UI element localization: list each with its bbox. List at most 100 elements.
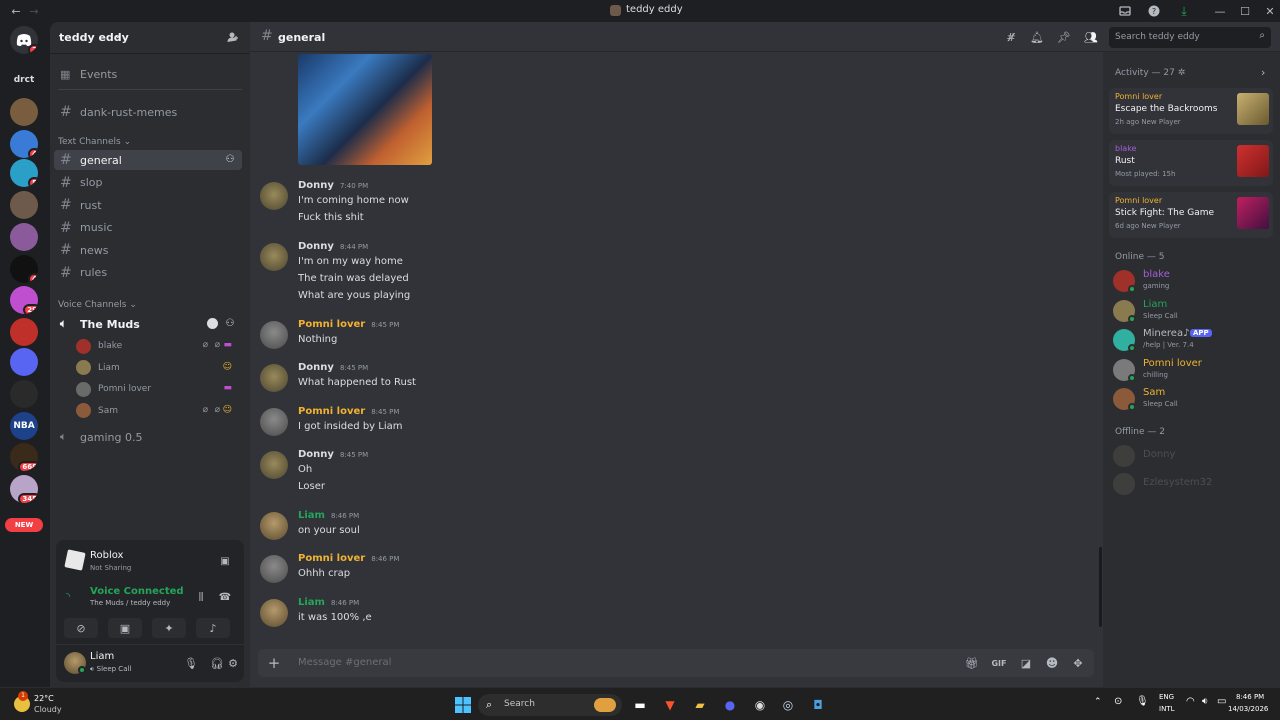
server-header[interactable]: teddy eddy ⌄ (50, 22, 250, 54)
text-category[interactable]: Text Channels ⌄ (58, 137, 131, 147)
pin-icon[interactable]: 📌︎ (1057, 30, 1071, 44)
download-icon[interactable]: ⤓ (1176, 3, 1192, 19)
new-unreads-pill[interactable]: NEW (5, 518, 43, 532)
language-1[interactable]: ENG (1159, 693, 1174, 701)
noise-suppression-icon[interactable]: ⫼ (194, 590, 208, 604)
avatar[interactable] (260, 512, 288, 540)
avatar[interactable] (260, 555, 288, 583)
member-item[interactable]: Donny (1113, 442, 1273, 468)
member-item[interactable]: Pomni lover chilling (1113, 356, 1273, 382)
windows-start-icon[interactable] (453, 695, 473, 715)
discord-taskbar-icon[interactable]: ● (720, 695, 740, 715)
file-explorer-icon[interactable]: ▰ (690, 695, 710, 715)
avatar[interactable] (260, 451, 288, 479)
voice-category[interactable]: Voice Channels ⌄ (58, 300, 137, 310)
message[interactable]: Donny 8:45 PM What happened to Rust (260, 362, 1080, 397)
server-icon[interactable]: 29 (10, 286, 38, 314)
user-panel[interactable]: Liam 🔉︎ Sleep Call 🎙︎ 🎧︎ ⚙ (62, 648, 238, 678)
obs-icon[interactable]: ◉ (750, 695, 770, 715)
avatar[interactable] (260, 599, 288, 627)
server-icon[interactable] (10, 348, 38, 376)
search-input[interactable]: Search teddy eddy ⌕ (1109, 27, 1271, 48)
server-icon[interactable] (10, 98, 38, 126)
message[interactable]: Pomni lover 8:45 PM Nothing (260, 319, 1080, 354)
message-author[interactable]: Liam 8:46 PM (298, 597, 359, 608)
voice-user[interactable]: Liam ☺ (76, 358, 236, 378)
steam-icon[interactable]: ◎ (778, 695, 798, 715)
close-icon[interactable]: ✕ (1262, 3, 1278, 19)
avatar[interactable] (260, 243, 288, 271)
inbox-icon[interactable] (1117, 3, 1133, 19)
server-icon[interactable] (10, 318, 38, 346)
task-view-icon[interactable]: ▬ (630, 695, 650, 715)
taskbar-search[interactable]: ⌕ Search (478, 694, 622, 716)
server-icon[interactable] (10, 223, 38, 251)
message[interactable]: Donny 8:44 PM I'm on my way home The train … (260, 241, 1080, 310)
message-input[interactable]: + Message #general 🎁︎ GIF ◪ ☻ ✥ (258, 649, 1094, 677)
channel-music[interactable]: # music (54, 218, 242, 238)
microphone-icon[interactable]: 🎙︎ (184, 656, 198, 670)
emoji-icon[interactable]: ☻ (1044, 655, 1060, 671)
message-author[interactable]: Donny 7:40 PM (298, 180, 368, 191)
battery-icon[interactable]: ▭ (1217, 696, 1226, 707)
brave-browser-icon[interactable]: ▼ (660, 695, 680, 715)
chat-bubble-icon[interactable] (207, 318, 218, 329)
microphone-icon[interactable]: 🎙︎ (1136, 696, 1149, 707)
server-icon[interactable]: 4 (10, 130, 38, 158)
message[interactable]: Liam 8:46 PM on your soul (260, 510, 1080, 545)
add-member-icon[interactable]: ⚇ (224, 317, 236, 329)
message[interactable]: Pomni lover 8:46 PM Ohhh crap (260, 553, 1080, 588)
headphones-icon[interactable]: 🎧︎ (210, 656, 224, 670)
voice-channel-gaming[interactable]: 🔈︎ gaming 0.5 (54, 427, 242, 447)
gear-icon[interactable]: ⚙ (226, 656, 240, 670)
message[interactable]: Pomni lover 8:45 PM I got insided by Liam (260, 406, 1080, 441)
scrollbar-thumb[interactable] (1099, 547, 1102, 627)
back-arrow-icon[interactable]: ← (8, 3, 24, 19)
maximize-icon[interactable]: ☐ (1237, 3, 1253, 19)
apps-icon[interactable]: ✥ (1070, 655, 1086, 671)
image-attachment[interactable] (298, 54, 432, 165)
avatar[interactable] (260, 408, 288, 436)
server-icon[interactable]: 345 (10, 475, 38, 503)
member-item[interactable]: Ezlesystem32 (1113, 470, 1273, 496)
activity-card[interactable]: Pomni lover Escape the Backrooms 2h ago Ne… (1109, 88, 1273, 134)
member-item[interactable]: Liam Sleep Call (1113, 297, 1273, 323)
disconnect-icon[interactable]: ☎ (218, 590, 232, 604)
gift-icon[interactable]: 🎁︎ (964, 655, 980, 671)
message-author[interactable]: Pomni lover 8:45 PM (298, 406, 399, 417)
share-screen-button-icon[interactable]: ▣ (108, 618, 142, 638)
voice-channel-the-muds[interactable]: 🔈︎ The Muds ⚇ (54, 314, 242, 334)
soundboard-icon[interactable]: ♪ (196, 618, 230, 638)
screen-share-icon[interactable]: ▣ (218, 554, 232, 568)
voice-user[interactable]: Sam ⌀ ⌀ ☺ (76, 401, 236, 421)
server-icon[interactable]: 5 (10, 159, 38, 187)
minimize-icon[interactable]: — (1212, 3, 1228, 19)
sticker-icon[interactable]: ◪ (1018, 655, 1034, 671)
voice-status[interactable]: Voice Connected (90, 586, 184, 597)
message-author[interactable]: Donny 8:45 PM (298, 362, 368, 373)
clock-time[interactable]: 8:46 PM (1236, 693, 1264, 701)
server-icon[interactable]: 668 (10, 443, 38, 471)
language-2[interactable]: INTL (1159, 705, 1174, 713)
channel-news[interactable]: # news (54, 240, 242, 260)
message[interactable]: Donny 7:40 PM I'm coming home now Fuck this… (260, 180, 1080, 232)
add-member-icon[interactable] (226, 30, 240, 44)
clock-date[interactable]: 14/03/2026 (1228, 705, 1268, 713)
server-icon[interactable] (10, 191, 38, 219)
channel-rules[interactable]: # rules (54, 263, 242, 283)
channel-rust[interactable]: # rust (54, 195, 242, 215)
avatar[interactable] (260, 321, 288, 349)
activity-card[interactable]: Pomni lover Stick Fight: The Game 6d ago N… (1109, 192, 1273, 238)
member-item[interactable]: Sam Sleep Call (1113, 385, 1273, 411)
avatar[interactable] (260, 364, 288, 392)
add-member-icon[interactable]: ⚇ (224, 153, 236, 165)
help-icon[interactable]: ? (1146, 3, 1162, 19)
server-icon[interactable]: 4 (10, 255, 38, 283)
message-author[interactable]: Donny 8:44 PM (298, 241, 368, 252)
channel-slop[interactable]: # slop (54, 173, 242, 193)
server-icon[interactable]: drct (10, 66, 38, 94)
message-author[interactable]: Pomni lover 8:45 PM (298, 319, 399, 330)
message-author[interactable]: Liam 8:46 PM (298, 510, 359, 521)
message[interactable]: Donny 8:45 PM Oh Loser (260, 449, 1080, 501)
server-icon[interactable]: NBA (10, 412, 38, 440)
